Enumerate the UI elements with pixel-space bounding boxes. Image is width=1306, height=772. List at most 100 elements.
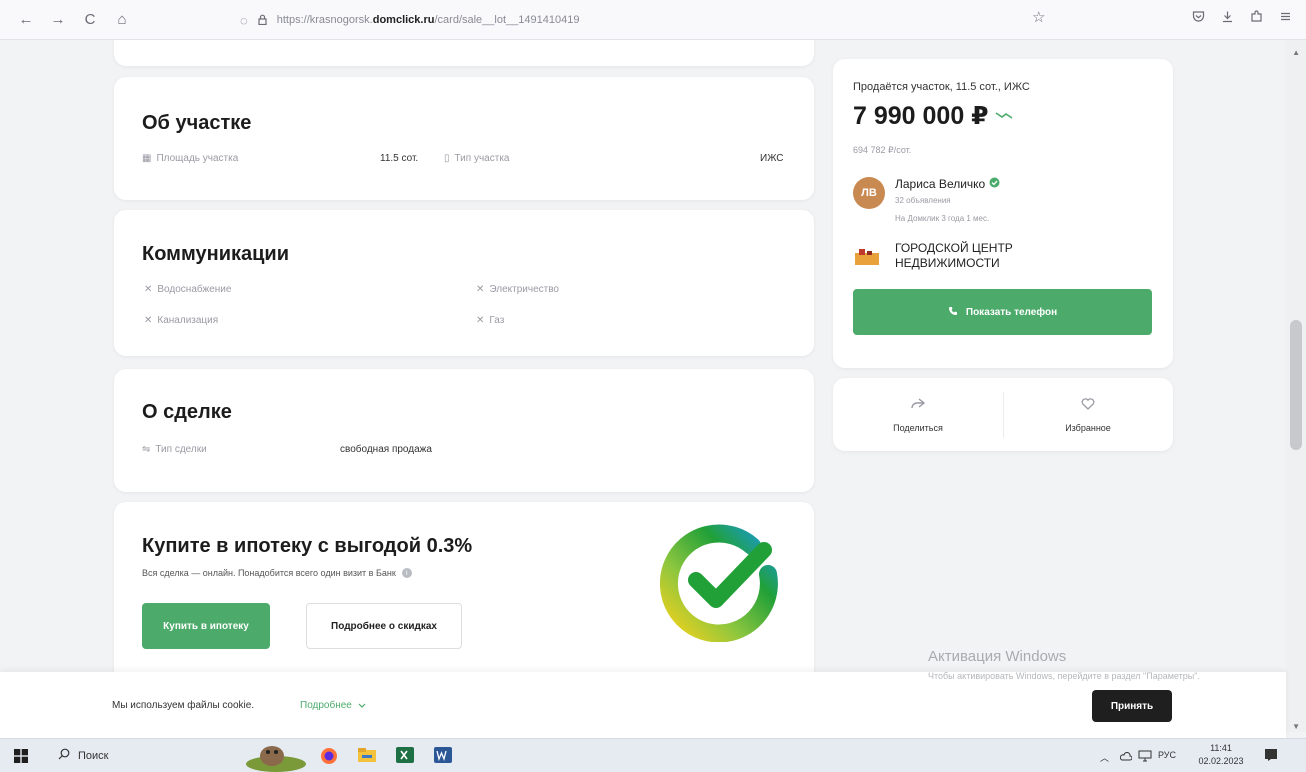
price-per-unit: 694 782 ₽/сот. <box>853 145 912 155</box>
handshake-icon: ⇋ <box>142 444 151 455</box>
menu-icon[interactable] <box>1279 10 1292 26</box>
mortgage-subtitle: Вся сделка — онлайн. Понадобится всего о… <box>142 568 396 578</box>
taskbar-search[interactable]: Поиск <box>50 742 236 770</box>
download-icon[interactable] <box>1221 10 1234 26</box>
listing-card: Продаётся участок, 11.5 сот., ИЖС 7 990 … <box>833 59 1173 368</box>
show-phone-label: Показать телефон <box>965 306 1058 318</box>
address-bar[interactable]: ◌ https://krasnogorsk. domclick.ru/card/s… <box>240 6 1058 34</box>
heart-icon <box>1081 397 1095 415</box>
bookmark-star-icon[interactable]: ☆ <box>1032 8 1045 26</box>
verified-badge-icon <box>989 175 1000 193</box>
listing-title: Продаётся участок, 11.5 сот., ИЖС <box>853 81 1030 93</box>
plot-type-label: Тип участка <box>454 153 510 164</box>
network-icon[interactable] <box>1138 749 1152 767</box>
pocket-icon[interactable] <box>1192 10 1205 26</box>
plot-title: Об участке <box>142 112 252 134</box>
reload-icon[interactable]: C <box>76 6 104 34</box>
cross-icon: ✕ <box>476 284 485 295</box>
comm-item-gas: ✕ Газ <box>476 315 505 326</box>
plot-area-row: ▦ Площадь участка <box>142 153 238 164</box>
cookie-accept-button[interactable]: Принять <box>1092 690 1172 722</box>
file-explorer-icon[interactable] <box>358 747 376 768</box>
previous-section-card <box>114 40 814 66</box>
plot-type-value: ИЖС <box>760 153 784 164</box>
favorite-label: Избранное <box>1065 422 1111 433</box>
windows-start-icon[interactable] <box>14 749 28 768</box>
input-language[interactable]: РУС <box>1158 750 1176 760</box>
firefox-icon[interactable] <box>320 747 338 770</box>
plot-card: Об участке ▦ Площадь участка 11.5 сот. ▯… <box>114 77 814 200</box>
scrollbar-thumb[interactable] <box>1290 320 1302 450</box>
discount-details-button[interactable]: Подробнее о скидках <box>306 603 462 649</box>
scroll-up-icon[interactable]: ▲ <box>1292 48 1300 57</box>
cross-icon: ✕ <box>144 284 153 295</box>
clock-time: 11:41 <box>1210 743 1232 753</box>
agency-logo-icon <box>855 249 879 265</box>
agent-listings[interactable]: 32 объявления <box>895 196 951 205</box>
onedrive-icon[interactable] <box>1119 749 1133 767</box>
share-label: Поделиться <box>893 422 943 433</box>
share-action[interactable]: Поделиться <box>833 378 1003 451</box>
mortgage-title: Купите в ипотеку с выгодой 0.3% <box>142 535 473 557</box>
shield-icon: ◌ <box>240 12 248 28</box>
actions-card: Поделиться Избранное <box>833 378 1173 451</box>
notifications-icon[interactable] <box>1264 748 1278 767</box>
phone-icon <box>948 306 958 319</box>
communications-card: Коммуникации ✕ Водоснабжение ✕ Электриче… <box>114 210 814 356</box>
mortgage-subtitle-row: Вся сделка — онлайн. Понадобится всего о… <box>142 568 412 578</box>
url-domain: domclick.ru <box>372 14 435 26</box>
back-arrow-icon[interactable]: ← <box>12 6 40 34</box>
area-icon: ▦ <box>142 153 152 164</box>
lock-icon <box>258 13 267 28</box>
communications-title: Коммуникации <box>142 243 290 265</box>
excel-icon[interactable] <box>396 747 414 768</box>
cookie-more-link[interactable]: Подробнее <box>300 700 366 711</box>
favorite-action[interactable]: Избранное <box>1003 378 1173 451</box>
chevron-down-icon <box>358 700 366 711</box>
agent-name-row: Лариса Величко <box>895 175 1000 193</box>
browser-toolbar: ← → C ⌂ ◌ https://krasnogorsk. domclick.r… <box>0 0 1306 40</box>
scroll-down-icon[interactable]: ▼ <box>1292 722 1300 731</box>
news-widget-icon[interactable] <box>244 740 308 772</box>
word-icon[interactable] <box>434 747 452 768</box>
comm-item-sewer: ✕ Канализация <box>144 315 219 326</box>
price-row: 7 990 000 ₽ <box>853 101 1013 131</box>
deal-title: О сделке <box>142 401 232 423</box>
agent-name[interactable]: Лариса Величко <box>895 177 985 191</box>
windows-activation-title: Активация Windows <box>928 648 1067 665</box>
home-icon[interactable]: ⌂ <box>108 6 136 34</box>
info-icon[interactable]: i <box>401 568 412 578</box>
agency-name[interactable]: ГОРОДСКОЙ ЦЕНТР НЕДВИЖИМОСТИ <box>895 241 1013 271</box>
comm-item-electricity: ✕ Электричество <box>476 284 559 295</box>
share-arrow-icon <box>910 397 926 415</box>
plot-area-value: 11.5 сот. <box>380 153 419 164</box>
cross-icon: ✕ <box>144 315 153 326</box>
agent-avatar[interactable]: ЛВ <box>853 177 885 209</box>
page-content: Об участке ▦ Площадь участка 11.5 сот. ▯… <box>0 40 1306 732</box>
buy-mortgage-button[interactable]: Купить в ипотеку <box>142 603 270 649</box>
mortgage-card: Купите в ипотеку с выгодой 0.3% Вся сдел… <box>114 502 814 682</box>
deal-type-value: свободная продажа <box>340 444 432 455</box>
price-trend-icon[interactable] <box>995 107 1013 125</box>
comm-item-water: ✕ Водоснабжение <box>144 284 232 295</box>
plot-type-icon: ▯ <box>444 153 450 164</box>
listing-price: 7 990 000 ₽ <box>853 102 989 130</box>
agent-tenure: На Домклик 3 года 1 мес. <box>895 214 990 223</box>
plot-type-row: ▯ Тип участка <box>444 153 509 164</box>
forward-arrow-icon[interactable]: → <box>44 6 72 34</box>
url-prefix: https://krasnogorsk. <box>276 14 373 26</box>
deal-type-row: ⇋ Тип сделки <box>142 444 207 455</box>
cross-icon: ✕ <box>476 315 485 326</box>
tray-chevron-icon[interactable]: ︿ <box>1100 751 1109 764</box>
windows-activation-text: Чтобы активировать Windows, перейдите в … <box>928 671 1200 681</box>
search-icon <box>58 747 70 765</box>
taskbar-clock[interactable]: 11:41 02.02.2023 <box>1196 742 1246 768</box>
plot-area-label: Площадь участка <box>156 153 239 164</box>
extensions-icon[interactable] <box>1250 10 1263 26</box>
windows-taskbar: Поиск ︿ РУС 11:41 02.02.2023 <box>0 738 1306 772</box>
taskbar-search-placeholder: Поиск <box>78 750 109 762</box>
url-suffix: /card/sale__lot__1491410419 <box>434 14 580 26</box>
show-phone-button[interactable]: Показать телефон <box>853 289 1152 335</box>
toolbar-icons <box>1192 10 1292 26</box>
clock-date: 02.02.2023 <box>1198 756 1244 766</box>
